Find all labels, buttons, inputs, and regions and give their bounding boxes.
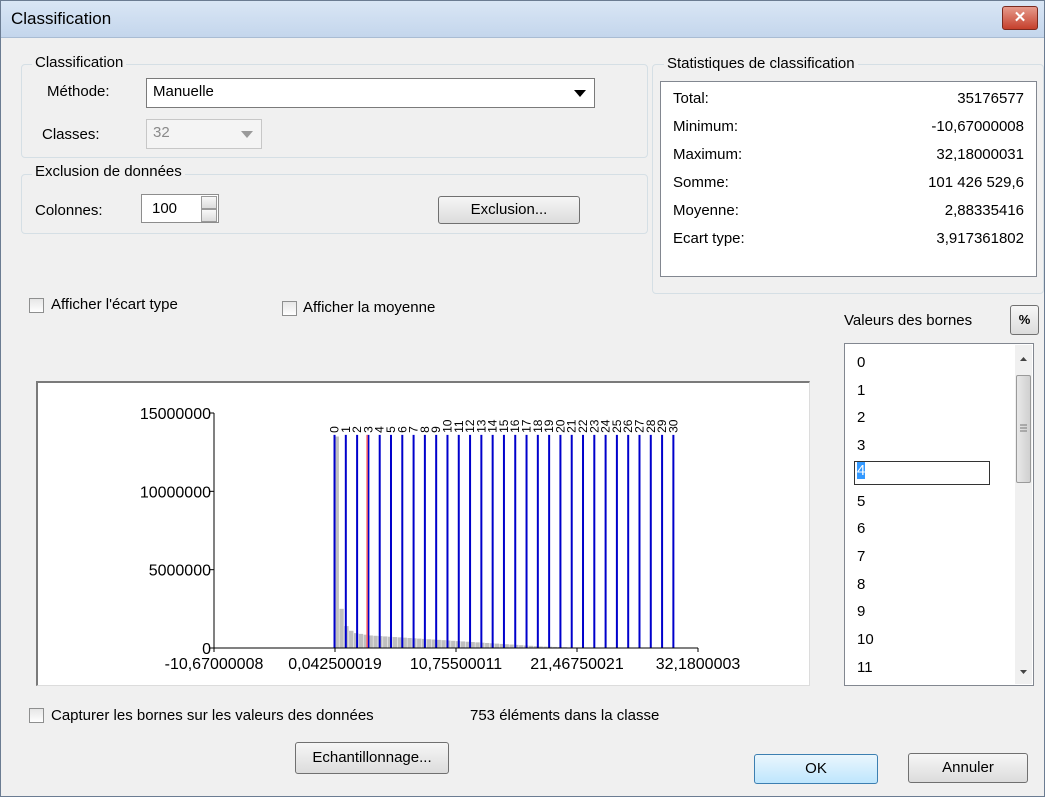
scroll-thumb[interactable] xyxy=(1016,375,1031,483)
spin-down-icon[interactable] xyxy=(201,209,217,222)
stat-label: Moyenne: xyxy=(673,202,739,219)
title-bar: Classification ✕ xyxy=(1,1,1044,38)
histogram-bar xyxy=(494,643,500,648)
histogram-bar xyxy=(451,640,456,648)
x-tick-label: -10,67000008 xyxy=(165,656,264,673)
x-tick-label: 32,1800003 xyxy=(656,656,741,673)
exclusion-button[interactable]: Exclusion... xyxy=(438,196,580,224)
list-item[interactable]: 2 xyxy=(857,409,865,433)
columns-stepper[interactable]: 100 xyxy=(141,194,219,223)
histogram-frame: 0 1 2 3 4 5 6 7 8 9 10 11 12 13 14 15 16 17 18 19 20 21 22 23 24… xyxy=(36,381,810,686)
list-item[interactable]: 9 xyxy=(857,603,865,627)
histogram-bar xyxy=(417,638,422,648)
classification-dialog: Classification ✕ Classification Méthode:… xyxy=(0,0,1045,797)
stat-row: Maximum: 32,18000031 xyxy=(673,146,1024,168)
breaks-scrollbar[interactable] xyxy=(1015,345,1032,684)
list-item[interactable]: 3 xyxy=(857,437,865,461)
class-count-text: 753 éléments dans la classe xyxy=(470,707,660,724)
window-title: Classification xyxy=(11,9,112,28)
show-std-checkbox[interactable] xyxy=(29,298,44,313)
stat-value: 2,88335416 xyxy=(944,202,1024,219)
stat-row: Moyenne: 2,88335416 xyxy=(673,202,1024,224)
stat-value: 32,18000031 xyxy=(936,146,1024,163)
histogram-bar xyxy=(470,642,475,648)
ok-button[interactable]: OK xyxy=(754,754,878,784)
histogram-bar xyxy=(504,644,509,648)
x-tick-label: 21,46750021 xyxy=(530,656,624,673)
scroll-down-icon[interactable] xyxy=(1015,662,1032,682)
spin-up-icon[interactable] xyxy=(201,196,217,209)
stat-label: Minimum: xyxy=(673,118,739,135)
exclusion-group-title: Exclusion de données xyxy=(32,163,185,180)
method-label: Méthode: xyxy=(47,83,110,100)
stat-label: Somme: xyxy=(673,174,729,191)
method-select[interactable]: Manuelle xyxy=(146,78,595,108)
sampling-button[interactable]: Echantillonnage... xyxy=(295,742,449,774)
columns-value: 100 xyxy=(152,200,178,217)
method-value: Manuelle xyxy=(153,83,214,100)
histogram-chart[interactable]: 0123456789101112131415161718192021222324… xyxy=(38,383,808,683)
stat-row: Somme: 101 426 529,6 xyxy=(673,174,1024,196)
list-item-selected[interactable]: 4 xyxy=(854,461,990,485)
stat-value: 35176577 xyxy=(957,90,1024,107)
histogram-bar xyxy=(349,630,354,648)
grip-icon xyxy=(1020,424,1027,432)
cancel-button[interactable]: Annuler xyxy=(908,753,1028,783)
stat-label: Total: xyxy=(673,90,709,107)
chevron-down-icon xyxy=(574,90,586,97)
list-item[interactable]: 6 xyxy=(857,520,865,544)
histogram-bar xyxy=(383,636,388,648)
classes-value: 32 xyxy=(153,124,170,141)
list-item[interactable]: 0 xyxy=(857,354,865,378)
show-mean-checkbox[interactable] xyxy=(282,301,297,316)
histogram-bar xyxy=(407,637,412,648)
x-tick-label: 10,75500011 xyxy=(410,656,502,673)
y-tick-label: 5000000 xyxy=(149,563,211,580)
histogram-bar xyxy=(358,633,364,648)
snap-label: Capturer les bornes sur les valeurs des … xyxy=(51,707,374,724)
histogram-bar xyxy=(392,637,398,648)
histogram-bar xyxy=(441,640,446,648)
list-item[interactable]: 7 xyxy=(857,548,865,572)
classes-label: Classes: xyxy=(42,126,100,143)
stats-box: Total: 35176577 Minimum: -10,67000008 Maxi… xyxy=(660,81,1037,277)
x-tick-label: 0,042500019 xyxy=(288,656,382,673)
stat-value: 3,917361802 xyxy=(936,230,1024,247)
histogram-bar xyxy=(475,642,480,648)
show-mean-label: Afficher la moyenne xyxy=(303,299,436,316)
list-item[interactable]: 5 xyxy=(857,493,865,517)
stat-row: Total: 35176577 xyxy=(673,90,1024,112)
histogram-bar xyxy=(339,608,344,648)
chevron-down-icon xyxy=(241,131,253,138)
scroll-up-icon[interactable] xyxy=(1015,349,1032,369)
histogram-bar xyxy=(460,641,466,648)
histogram-bar xyxy=(509,644,514,648)
y-tick-label: 10000000 xyxy=(140,484,211,501)
histogram-bar xyxy=(426,639,432,648)
columns-label: Colonnes: xyxy=(35,202,103,219)
breaks-list[interactable]: 0 1 2 3 4 5 6 7 8 9 10 11 xyxy=(844,343,1034,686)
list-item[interactable]: 1 xyxy=(857,382,865,406)
stat-value: 101 426 529,6 xyxy=(928,174,1024,191)
classes-select[interactable]: 32 xyxy=(146,119,262,149)
percent-button[interactable]: % xyxy=(1010,305,1039,335)
stats-group-title: Statistiques de classification xyxy=(664,55,858,72)
stat-label: Maximum: xyxy=(673,146,743,163)
classification-group-title: Classification xyxy=(32,54,127,71)
histogram-bar xyxy=(373,635,378,648)
break-label: 30 xyxy=(666,419,680,433)
list-item[interactable]: 8 xyxy=(857,576,865,600)
snap-checkbox[interactable] xyxy=(29,708,44,723)
list-item[interactable]: 11 xyxy=(857,659,873,683)
histogram-bar xyxy=(485,642,490,648)
stat-value: -10,67000008 xyxy=(931,118,1024,135)
close-button[interactable]: ✕ xyxy=(1002,6,1038,30)
show-std-label: Afficher l'écart type xyxy=(51,296,178,313)
y-tick-label: 15000000 xyxy=(140,406,211,423)
list-item[interactable]: 10 xyxy=(857,631,874,655)
stat-label: Ecart type: xyxy=(673,230,745,247)
stat-row: Minimum: -10,67000008 xyxy=(673,118,1024,140)
breaks-label: Valeurs des bornes xyxy=(844,312,973,329)
stat-row: Ecart type: 3,917361802 xyxy=(673,230,1024,252)
